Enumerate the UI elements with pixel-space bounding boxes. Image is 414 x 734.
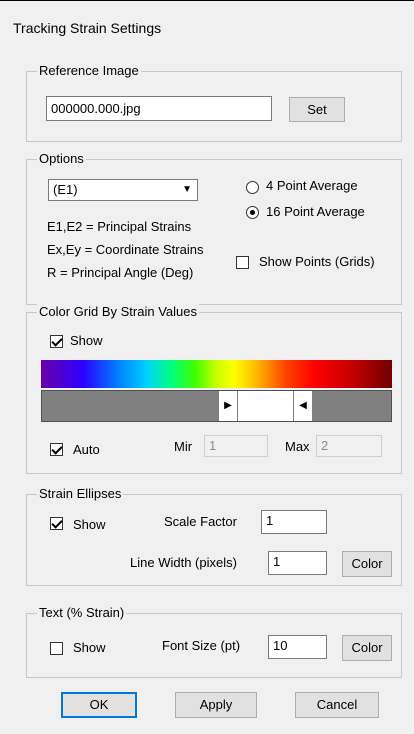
legend-coordinate: Ex,Ey = Coordinate Strains <box>47 242 204 257</box>
show-points-checkbox[interactable] <box>236 256 249 269</box>
strain-range-slider[interactable]: ▶ ◀ <box>41 390 392 422</box>
range-window <box>237 391 293 421</box>
show-points-label: Show Points (Grids) <box>259 254 375 269</box>
scale-factor-label: Scale Factor <box>164 514 237 529</box>
ok-button[interactable]: OK <box>61 692 137 718</box>
color-spectrum-bar <box>41 360 392 388</box>
reference-filename-input[interactable]: 000000.000.jpg <box>46 96 272 121</box>
dialog-title: Tracking Strain Settings <box>13 20 162 36</box>
ellipse-color-button[interactable]: Color <box>342 551 392 577</box>
max-input[interactable]: 2 <box>316 435 382 457</box>
color-grid-group: Color Grid By Strain Values Show ▶ ◀ Aut… <box>26 304 402 474</box>
font-size-label: Font Size (pt) <box>162 638 241 653</box>
text-show-checkbox[interactable] <box>50 642 63 655</box>
set-button[interactable]: Set <box>289 97 345 122</box>
cancel-button[interactable]: Cancel <box>295 692 379 718</box>
apply-button[interactable]: Apply <box>175 692 257 718</box>
strain-ellipses-group: Strain Ellipses Show Scale Factor 1 Line… <box>26 486 402 586</box>
radio-16-point[interactable] <box>246 206 259 219</box>
legend-principal: E1,E2 = Principal Strains <box>47 219 192 234</box>
reference-image-group: Reference Image 000000.000.jpg Set <box>26 63 402 142</box>
strain-type-value: (E1) <box>53 182 78 197</box>
color-grid-show-label: Show <box>70 333 103 348</box>
max-label: Max <box>285 439 310 454</box>
options-group: Options (E1) ▼ 4 Point Average 16 Point … <box>26 151 402 305</box>
min-input[interactable]: 1 <box>204 435 268 457</box>
font-size-input[interactable]: 10 <box>268 635 327 659</box>
line-width-input[interactable]: 1 <box>268 551 327 575</box>
radio-4-point-label: 4 Point Average <box>266 178 358 193</box>
range-high-handle[interactable]: ◀ <box>293 391 312 421</box>
text-strain-group-label: Text (% Strain) <box>37 605 127 621</box>
ellipses-show-checkbox[interactable] <box>50 517 63 530</box>
line-width-label: Line Width (pixels) <box>130 555 237 570</box>
strain-type-select[interactable]: (E1) ▼ <box>48 179 198 201</box>
chevron-down-icon: ▼ <box>182 184 192 195</box>
scale-factor-input[interactable]: 1 <box>261 510 327 534</box>
legend-angle: R = Principal Angle (Deg) <box>47 265 194 280</box>
text-show-label: Show <box>73 640 106 655</box>
window-top-border <box>0 0 414 1</box>
color-grid-group-label: Color Grid By Strain Values <box>37 304 199 320</box>
radio-4-point[interactable] <box>246 181 259 194</box>
radio-16-point-label: 16 Point Average <box>266 204 365 219</box>
options-group-label: Options <box>37 151 86 167</box>
auto-label: Auto <box>73 442 100 457</box>
text-color-button[interactable]: Color <box>342 635 392 661</box>
color-grid-show-checkbox[interactable] <box>50 335 63 348</box>
reference-image-group-label: Reference Image <box>37 63 141 79</box>
ellipses-show-label: Show <box>73 517 106 532</box>
range-low-handle[interactable]: ▶ <box>219 391 238 421</box>
min-label: Mir <box>174 439 193 454</box>
strain-ellipses-group-label: Strain Ellipses <box>37 486 124 502</box>
text-strain-group: Text (% Strain) Show Font Size (pt) 10 C… <box>26 605 402 678</box>
auto-checkbox[interactable] <box>50 443 63 456</box>
